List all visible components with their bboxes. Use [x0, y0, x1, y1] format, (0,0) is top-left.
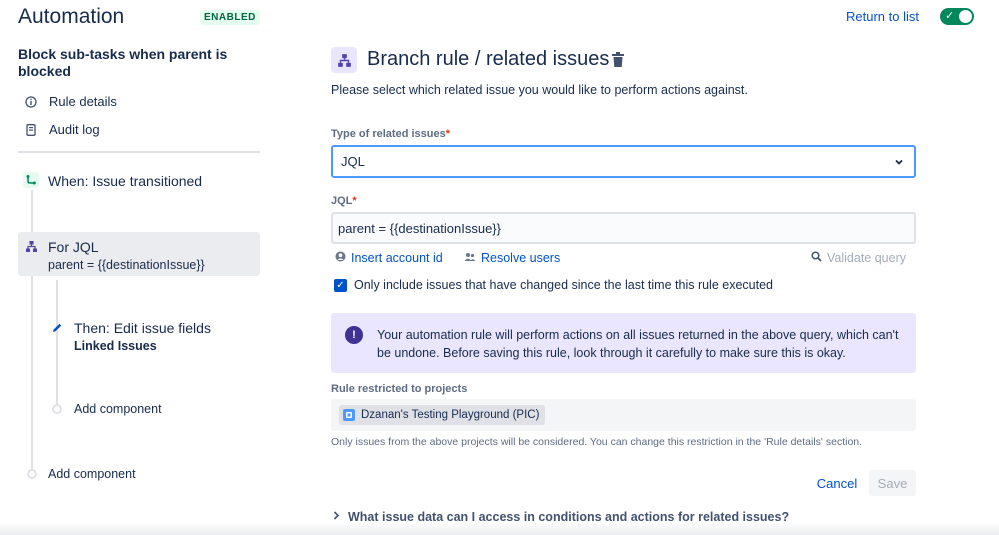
app-title: Automation	[18, 5, 125, 28]
warning-panel: ! Your automation rule will perform acti…	[331, 313, 916, 373]
resolve-users-link[interactable]: Resolve users	[464, 251, 560, 265]
insert-account-id-label: Insert account id	[351, 251, 443, 265]
trash-icon[interactable]	[611, 52, 625, 68]
project-chip: Dzanan's Testing Playground (PIC)	[339, 405, 546, 425]
project-name: Dzanan's Testing Playground (PIC)	[361, 409, 540, 421]
add-component-outer-button[interactable]: Add component	[48, 467, 136, 481]
document-icon	[24, 123, 38, 137]
action-step[interactable]: Then: Edit issue fields	[74, 320, 211, 336]
sidebar-item-rule-details[interactable]: Rule details	[24, 94, 117, 109]
toggle-knob	[959, 10, 972, 23]
branch-icon	[23, 238, 39, 254]
branch-step-label: For JQL	[48, 239, 99, 255]
chevron-down-icon	[894, 153, 904, 170]
check-icon: ✓	[945, 10, 955, 22]
project-avatar-icon	[343, 409, 355, 421]
related-issues-type-select[interactable]: JQL	[331, 145, 916, 178]
check-icon: ✓	[336, 280, 345, 291]
return-to-list-link[interactable]: Return to list	[846, 9, 919, 24]
flow-line-nested	[56, 280, 58, 405]
search-icon	[811, 251, 822, 265]
sidebar-item-audit-log[interactable]: Audit log	[24, 122, 100, 137]
add-component-dot	[52, 404, 62, 414]
add-component-inner-button[interactable]: Add component	[74, 402, 162, 416]
save-button[interactable]: Save	[869, 470, 916, 496]
warning-text: Your automation rule will perform action…	[377, 328, 899, 360]
pencil-icon	[49, 320, 65, 336]
user-icon	[335, 251, 346, 265]
status-badge: ENABLED	[200, 10, 260, 25]
validate-query-button[interactable]: Validate query	[811, 251, 906, 265]
type-field-label: Type of related issues*	[331, 128, 451, 140]
users-icon	[464, 252, 476, 265]
bottom-scroll-shadow	[0, 522, 999, 535]
restriction-note: Only issues from the above projects will…	[331, 436, 863, 448]
transition-icon	[23, 172, 39, 188]
page-subtitle: Please select which related issue you wo…	[331, 83, 748, 97]
add-component-dot	[27, 469, 37, 479]
sidebar-item-label: Rule details	[49, 94, 117, 109]
branch-step-detail: parent = {{destinationIssue}}	[48, 258, 205, 272]
insert-account-id-link[interactable]: Insert account id	[335, 251, 443, 265]
exclamation-icon: !	[345, 326, 363, 344]
jql-input[interactable]: parent = {{destinationIssue}}	[331, 212, 916, 244]
cancel-button[interactable]: Cancel	[810, 471, 864, 495]
rule-name: Block sub-tasks when parent is blocked	[18, 46, 228, 79]
only-include-checkbox[interactable]: ✓	[334, 279, 347, 292]
page-title: Branch rule / related issues	[367, 48, 610, 70]
resolve-users-label: Resolve users	[481, 251, 561, 265]
jql-field-label: JQL*	[331, 195, 357, 207]
select-value: JQL	[341, 154, 365, 169]
rule-enabled-toggle[interactable]: ✓	[940, 8, 974, 25]
project-restriction-box: Dzanan's Testing Playground (PIC)	[331, 399, 916, 431]
trigger-step[interactable]: When: Issue transitioned	[48, 173, 202, 189]
action-step-detail: Linked Issues	[74, 339, 157, 353]
only-include-label: Only include issues that have changed si…	[354, 278, 773, 292]
branch-icon	[331, 47, 357, 73]
sidebar-item-label: Audit log	[49, 122, 100, 137]
info-icon	[24, 95, 38, 109]
validate-query-label: Validate query	[827, 251, 906, 265]
sidebar-divider	[18, 151, 260, 153]
restricted-projects-label: Rule restricted to projects	[331, 383, 468, 395]
